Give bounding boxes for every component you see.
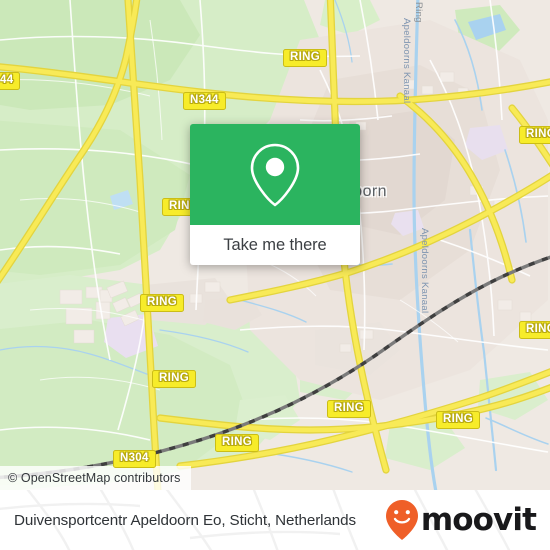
road-shield-ring-7[interactable]: RING	[327, 400, 371, 418]
moovit-smiley-pin-icon	[385, 500, 418, 540]
road-shield-ring-6[interactable]: RING	[152, 370, 196, 388]
location-pin-icon	[250, 143, 300, 206]
road-shield-ring-2[interactable]: RING	[519, 126, 550, 144]
road-shield-ring-9[interactable]: RING	[215, 434, 259, 452]
footer-bar: Duivensportcentr Apeldoorn Eo, Sticht, N…	[0, 490, 550, 550]
destination-popup-card[interactable]: Take me there	[190, 124, 360, 265]
popup-header	[190, 124, 360, 225]
moovit-logo[interactable]: moovit	[385, 499, 537, 541]
place-title: Duivensportcentr Apeldoorn Eo, Sticht, N…	[14, 511, 356, 529]
road-shield-ring-8[interactable]: RING	[436, 411, 480, 429]
popup-cta-label: Take me there	[223, 235, 327, 254]
moovit-logo-wordmark: moovit	[420, 501, 537, 538]
road-shield-ring-5[interactable]: RING	[519, 321, 550, 339]
road-shield-ring-4[interactable]: RING	[140, 294, 184, 312]
road-shield-ring-1[interactable]: RING	[283, 49, 327, 67]
popup-cta[interactable]: Take me there	[190, 225, 360, 265]
water-label-apeldoorns-kanaal-south: Apeldoorns Kanaal	[419, 228, 430, 314]
road-shield-n304[interactable]: N304	[113, 450, 156, 468]
osm-attribution-text: © OpenStreetMap contributors	[8, 471, 181, 485]
water-label-apeldoorns-kanaal-north: Apeldoorns Kanaal	[401, 18, 412, 104]
road-shield-n344-edge[interactable]: 44	[0, 72, 21, 90]
osm-attribution[interactable]: © OpenStreetMap contributors	[0, 466, 191, 490]
moovit-map-screenshot: doorn Apeldoorns Kanaal Apeldoorns Kanaa…	[0, 0, 550, 550]
road-shield-n344[interactable]: N344	[183, 92, 226, 110]
water-label-ring-north: Ring	[413, 2, 424, 23]
